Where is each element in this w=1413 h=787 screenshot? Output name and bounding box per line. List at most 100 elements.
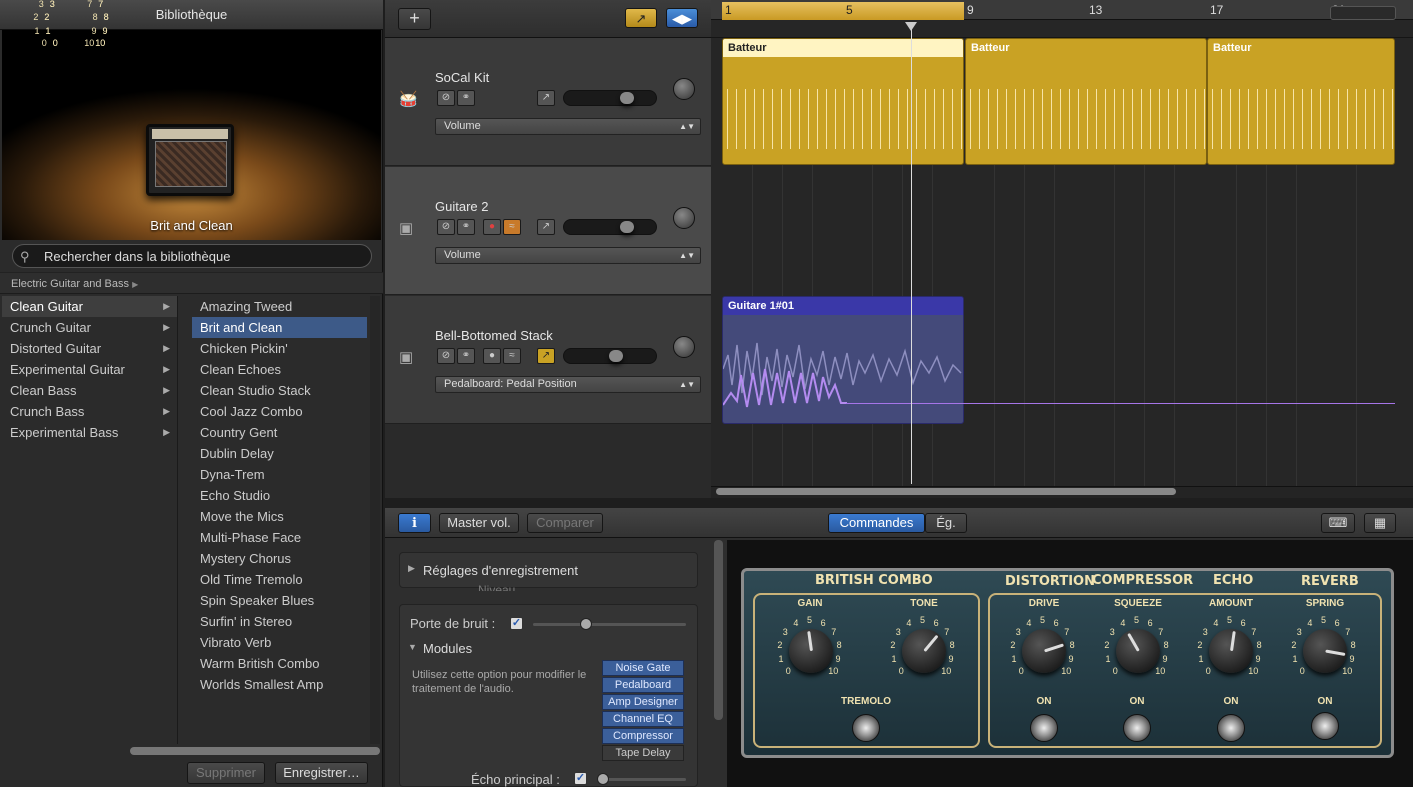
pan-knob[interactable] — [673, 207, 695, 229]
preset-item[interactable]: Multi-Phase Face — [192, 527, 367, 548]
guitar-region[interactable]: Guitare 1#01 — [722, 296, 964, 424]
reverb-on-toggle[interactable] — [1311, 712, 1339, 740]
preset-item[interactable]: Clean Studio Stack — [192, 380, 367, 401]
mute-button[interactable]: ⊘ — [437, 219, 455, 235]
record-enable-button[interactable]: ● — [483, 219, 501, 235]
track-header[interactable]: ▣ Guitare 2 ⊘ ⚭ ● ≈ ↗ Volume ▲▼ — [385, 167, 711, 295]
preset-item[interactable]: Echo Studio — [192, 485, 367, 506]
fader-handle[interactable] — [620, 221, 634, 233]
master-volume-button[interactable]: Master vol. — [439, 513, 519, 533]
master-echo-checkbox[interactable]: ✓ — [574, 772, 587, 785]
module-noise-gate[interactable]: Noise Gate — [602, 660, 684, 676]
amount-knob[interactable] — [1209, 629, 1253, 673]
spring-knob[interactable] — [1303, 629, 1347, 673]
mute-button[interactable]: ⊘ — [437, 90, 455, 106]
pan-knob[interactable] — [673, 78, 695, 100]
automation-parameter-select[interactable]: Volume ▲▼ — [435, 118, 701, 135]
module-amp-designer[interactable]: Amp Designer — [602, 694, 684, 710]
solo-button[interactable]: ⚭ — [457, 348, 475, 364]
solo-button[interactable]: ⚭ — [457, 219, 475, 235]
timeline-scrollbar[interactable] — [716, 488, 1176, 495]
preset-item[interactable]: Amazing Tweed — [192, 296, 367, 317]
automation-button[interactable]: ↗ — [625, 8, 657, 28]
tab-controls[interactable]: Commandes — [828, 513, 925, 533]
compressor-on-toggle[interactable] — [1123, 714, 1151, 742]
slider-thumb[interactable] — [597, 773, 609, 785]
preset-scrollbar[interactable] — [370, 296, 380, 744]
noise-gate-checkbox[interactable]: ✓ — [510, 617, 523, 630]
preset-item[interactable]: Dublin Delay — [192, 443, 367, 464]
preset-item[interactable]: Spin Speaker Blues — [192, 590, 367, 611]
compare-button[interactable]: Comparer — [527, 513, 603, 533]
fader-handle[interactable] — [609, 350, 623, 362]
delete-button[interactable]: Supprimer — [187, 762, 265, 784]
category-item[interactable]: Clean Guitar ▶ — [2, 296, 177, 317]
track-header[interactable]: 🥁 SoCal Kit ⊘ ⚭ ↗ Volume ▲▼ — [385, 38, 711, 166]
category-item[interactable]: Distorted Guitar ▶ — [2, 338, 177, 359]
input-monitoring-button[interactable]: ≈ — [503, 348, 521, 364]
tremolo-toggle[interactable] — [852, 714, 880, 742]
drummer-region[interactable]: Batteur — [722, 38, 964, 165]
search-input[interactable] — [44, 246, 364, 266]
module-compressor[interactable]: Compressor — [602, 728, 684, 744]
breadcrumb[interactable]: Electric Guitar and Bass ▶ — [0, 272, 383, 294]
disclosure-right-icon[interactable]: ▶ — [408, 563, 415, 574]
preset-item[interactable]: Brit and Clean — [192, 317, 367, 338]
mute-button[interactable]: ⊘ — [437, 348, 455, 364]
pan-knob[interactable] — [673, 336, 695, 358]
slider-thumb[interactable] — [580, 618, 592, 630]
module-tape-delay[interactable]: Tape Delay — [602, 745, 684, 761]
flex-button[interactable]: ◀▶ — [666, 8, 698, 28]
squeeze-knob[interactable] — [1116, 629, 1160, 673]
tab-eq[interactable]: Ég. — [925, 513, 967, 533]
add-track-button[interactable]: + — [398, 8, 431, 30]
category-item[interactable]: Experimental Guitar ▶ — [2, 359, 177, 380]
keyboard-button[interactable]: ⌨ — [1321, 513, 1355, 533]
volume-fader[interactable] — [563, 348, 657, 364]
playhead-handle-icon[interactable] — [905, 22, 917, 31]
noise-gate-slider[interactable] — [533, 618, 686, 630]
input-monitoring-button[interactable]: ≈ — [503, 219, 521, 235]
automation-parameter-select[interactable]: Pedalboard: Pedal Position ▲▼ — [435, 376, 701, 393]
automation-parameter-select[interactable]: Volume ▲▼ — [435, 247, 701, 264]
track-automation-button[interactable]: ↗ — [537, 90, 555, 106]
playhead[interactable] — [911, 22, 912, 484]
track-automation-button[interactable]: ↗ — [537, 348, 555, 364]
module-pedalboard[interactable]: Pedalboard — [602, 677, 684, 693]
category-item[interactable]: Clean Bass ▶ — [2, 380, 177, 401]
preset-item[interactable]: Cool Jazz Combo — [192, 401, 367, 422]
master-echo-slider[interactable] — [597, 773, 686, 785]
drummer-region[interactable]: Batteur — [1207, 38, 1395, 165]
module-channel-eq[interactable]: Channel EQ — [602, 711, 684, 727]
drive-knob[interactable] — [1022, 629, 1066, 673]
category-item[interactable]: Experimental Bass ▶ — [2, 422, 177, 443]
preset-item[interactable]: Worlds Smallest Amp — [192, 674, 367, 695]
preset-item[interactable]: Move the Mics — [192, 506, 367, 527]
preset-item[interactable]: Vibrato Verb — [192, 632, 367, 653]
volume-fader[interactable] — [563, 90, 657, 106]
library-horizontal-scrollbar[interactable] — [130, 747, 380, 755]
solo-button[interactable]: ⚭ — [457, 90, 475, 106]
preset-item[interactable]: Old Time Tremolo — [192, 569, 367, 590]
category-item[interactable]: Crunch Bass ▶ — [2, 401, 177, 422]
inspector-scrollbar[interactable] — [714, 540, 723, 720]
automation-line[interactable] — [846, 403, 1395, 404]
save-button[interactable]: Enregistrer… — [275, 762, 368, 784]
preset-item[interactable]: Surfin' in Stereo — [192, 611, 367, 632]
info-button[interactable]: i — [398, 513, 431, 533]
category-item[interactable]: Crunch Guitar ▶ — [2, 317, 177, 338]
track-automation-button[interactable]: ↗ — [537, 219, 555, 235]
drummer-region[interactable]: Batteur — [965, 38, 1207, 165]
volume-fader[interactable] — [563, 219, 657, 235]
preset-item[interactable]: Warm British Combo — [192, 653, 367, 674]
record-enable-button[interactable]: ● — [483, 348, 501, 364]
preset-item[interactable]: Clean Echoes — [192, 359, 367, 380]
disclosure-down-icon[interactable]: ▼ — [408, 642, 417, 652]
pedalboard-button[interactable]: ▦ — [1364, 513, 1396, 533]
echo-on-toggle[interactable] — [1217, 714, 1245, 742]
preset-item[interactable]: Chicken Pickin' — [192, 338, 367, 359]
gain-knob[interactable] — [789, 629, 833, 673]
cycle-region[interactable] — [722, 2, 964, 20]
distortion-on-toggle[interactable] — [1030, 714, 1058, 742]
preset-item[interactable]: Mystery Chorus — [192, 548, 367, 569]
